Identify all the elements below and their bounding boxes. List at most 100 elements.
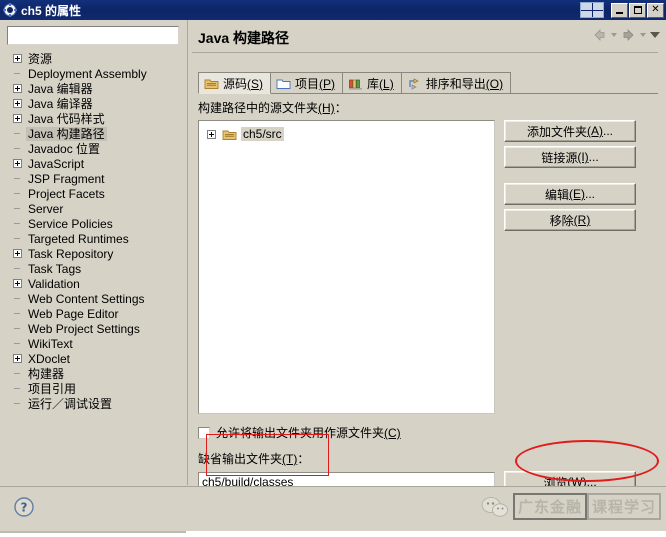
sidebar-item[interactable]: Server <box>7 201 180 216</box>
view-menu-chevron-down-icon[interactable] <box>650 32 660 38</box>
sidebar-item-label: Javadoc 位置 <box>28 141 101 156</box>
source-action-button-4[interactable]: 移除 (R) <box>504 209 636 231</box>
tree-leaf-dash-icon <box>13 174 22 183</box>
tree-leaf-dash-icon <box>13 264 22 273</box>
source-folders-label-mnemonic: (H) <box>318 101 335 115</box>
default-output-label-text: 缺省输出文件夹 <box>198 452 283 466</box>
tree-leaf-dash-icon <box>13 399 22 408</box>
sidebar-item-label: Service Policies <box>28 216 113 231</box>
sidebar-item[interactable]: Web Project Settings <box>7 321 180 336</box>
help-question-icon[interactable]: ? <box>13 496 35 518</box>
build-path-tabs: 源码(S) 项目(P) 库(L) 排序和导出(O) <box>198 72 658 94</box>
sidebar-item[interactable]: Service Policies <box>7 216 180 231</box>
sidebar-item[interactable]: Task Repository <box>7 246 180 261</box>
sidebar-item-label: Task Repository <box>28 246 114 261</box>
sidebar-item[interactable]: 资源 <box>7 51 180 66</box>
source-actions: 添加文件夹 (A)... 链接源 (I)... 编辑 (E)... 移除 (R) <box>504 120 636 414</box>
sidebar-item-label: Java 编译器 <box>28 96 93 111</box>
sidebar-item-label: 项目引用 <box>28 381 77 396</box>
source-folders-label-suffix: ： <box>334 101 347 115</box>
source-action-button-1[interactable]: 添加文件夹 (A)... <box>504 120 636 142</box>
tree-expand-plus-icon[interactable] <box>13 249 22 258</box>
sidebar-item[interactable]: Project Facets <box>7 186 180 201</box>
tree-leaf-dash-icon <box>13 324 22 333</box>
page-header: Java 构建路径 <box>188 20 666 54</box>
default-output-label: 缺省输出文件夹(T)： <box>198 450 658 467</box>
watermark-brand: 广东金融 <box>512 493 587 520</box>
filter-input[interactable] <box>7 26 179 45</box>
source-folder-icon <box>204 77 219 90</box>
sidebar-item[interactable]: 构建器 <box>7 366 180 381</box>
tree-expand-plus-icon[interactable] <box>13 54 22 63</box>
sidebar-item-label: XDoclet <box>28 351 71 366</box>
tab-4[interactable]: 排序和导出(O) <box>400 72 512 93</box>
back-arrow-icon[interactable] <box>592 28 607 42</box>
sidebar-item[interactable]: JSP Fragment <box>7 171 180 186</box>
tab-label: 排序和导出(O) <box>425 76 504 91</box>
sidebar-item-label: 运行／调试设置 <box>28 396 113 411</box>
default-output-label-suffix: ： <box>297 452 310 466</box>
tree-expand-plus-icon[interactable] <box>13 99 22 108</box>
sidebar-item-label: Java 构建路径 <box>26 126 107 141</box>
sidebar-item[interactable]: Java 代码样式 <box>7 111 180 126</box>
sidebar-item[interactable]: Web Page Editor <box>7 306 180 321</box>
forward-history-chevron-down-icon[interactable] <box>640 33 646 37</box>
tab-3[interactable]: 库(L) <box>342 72 402 93</box>
sidebar-item[interactable]: Javadoc 位置 <box>7 141 180 156</box>
sidebar-item-label: Task Tags <box>28 261 82 276</box>
sidebar-item[interactable]: XDoclet <box>7 351 180 366</box>
tree-expand-plus-icon[interactable] <box>13 84 22 93</box>
dialog-footer: ? 广东金融 课程学习 <box>0 486 666 537</box>
tree-leaf-dash-icon <box>13 204 22 213</box>
source-action-button-3[interactable]: 编辑 (E)... <box>504 183 636 205</box>
forward-arrow-icon[interactable] <box>621 28 636 42</box>
sidebar-item[interactable]: Deployment Assembly <box>7 66 180 81</box>
sidebar-item-label: Web Content Settings <box>28 291 145 306</box>
sidebar-item-label: JavaScript <box>28 156 85 171</box>
sidebar-item[interactable]: Validation <box>7 276 180 291</box>
sidebar-item[interactable]: Task Tags <box>7 261 180 276</box>
tab-1[interactable]: 源码(S) <box>198 72 272 94</box>
tree-expand-plus-icon[interactable] <box>13 159 22 168</box>
back-history-chevron-down-icon[interactable] <box>611 33 617 37</box>
tree-expand-plus-icon[interactable] <box>207 129 216 139</box>
restore-grid-icon[interactable] <box>580 2 604 18</box>
settings-tree: 资源 Deployment Assembly Java 编辑器 Java 编译器 Jav… <box>7 51 180 411</box>
sidebar-item[interactable]: Java 编译器 <box>7 96 180 111</box>
tree-leaf-dash-icon <box>13 144 22 153</box>
maximize-button[interactable] <box>629 2 646 18</box>
sidebar-item[interactable]: 运行／调试设置 <box>7 396 180 411</box>
order-export-icon <box>407 77 422 90</box>
page-nav-controls <box>592 28 660 42</box>
sidebar-item[interactable]: Targeted Runtimes <box>7 231 180 246</box>
allow-output-as-source-checkbox[interactable] <box>198 426 210 439</box>
sidebar-item-label: Targeted Runtimes <box>28 231 129 246</box>
svg-text:?: ? <box>21 501 28 515</box>
sidebar-item[interactable]: WikiText <box>7 336 180 351</box>
minimize-button[interactable] <box>611 2 628 18</box>
close-button[interactable]: ✕ <box>647 2 664 18</box>
sidebar-item[interactable]: Java 编辑器 <box>7 81 180 96</box>
tree-expand-plus-icon[interactable] <box>13 114 22 123</box>
tree-leaf-dash-icon <box>13 234 22 243</box>
sidebar-item-label: Deployment Assembly <box>28 66 147 81</box>
tree-expand-plus-icon[interactable] <box>13 279 22 288</box>
sidebar-item[interactable]: JavaScript <box>7 156 180 171</box>
sidebar-item[interactable]: Java 构建路径 <box>7 126 180 141</box>
sidebar-item-label: Project Facets <box>28 186 105 201</box>
library-books-icon <box>348 77 363 90</box>
properties-gear-icon <box>3 3 17 17</box>
settings-sidebar: 资源 Deployment Assembly Java 编辑器 Java 编译器 Jav… <box>0 20 186 485</box>
sidebar-item[interactable]: 项目引用 <box>7 381 180 396</box>
tab-label: 源码(S) <box>223 76 264 91</box>
allow-output-as-source-row[interactable]: 允许将输出文件夹用作源文件夹(C) <box>198 424 658 441</box>
sidebar-item-label: Web Project Settings <box>28 321 140 336</box>
watermark-subtitle: 课程学习 <box>586 493 661 520</box>
source-folders-list[interactable]: ch5/src <box>198 120 495 414</box>
sidebar-item[interactable]: Web Content Settings <box>7 291 180 306</box>
source-folder-entry[interactable]: ch5/src <box>199 126 494 142</box>
source-action-button-2[interactable]: 链接源 (I)... <box>504 146 636 168</box>
settings-page: Java 构建路径 源码(S) 项目(P) 库(L) 排序和导出(O) 构建路径… <box>187 20 666 493</box>
tree-expand-plus-icon[interactable] <box>13 354 22 363</box>
tab-2[interactable]: 项目(P) <box>270 72 344 93</box>
